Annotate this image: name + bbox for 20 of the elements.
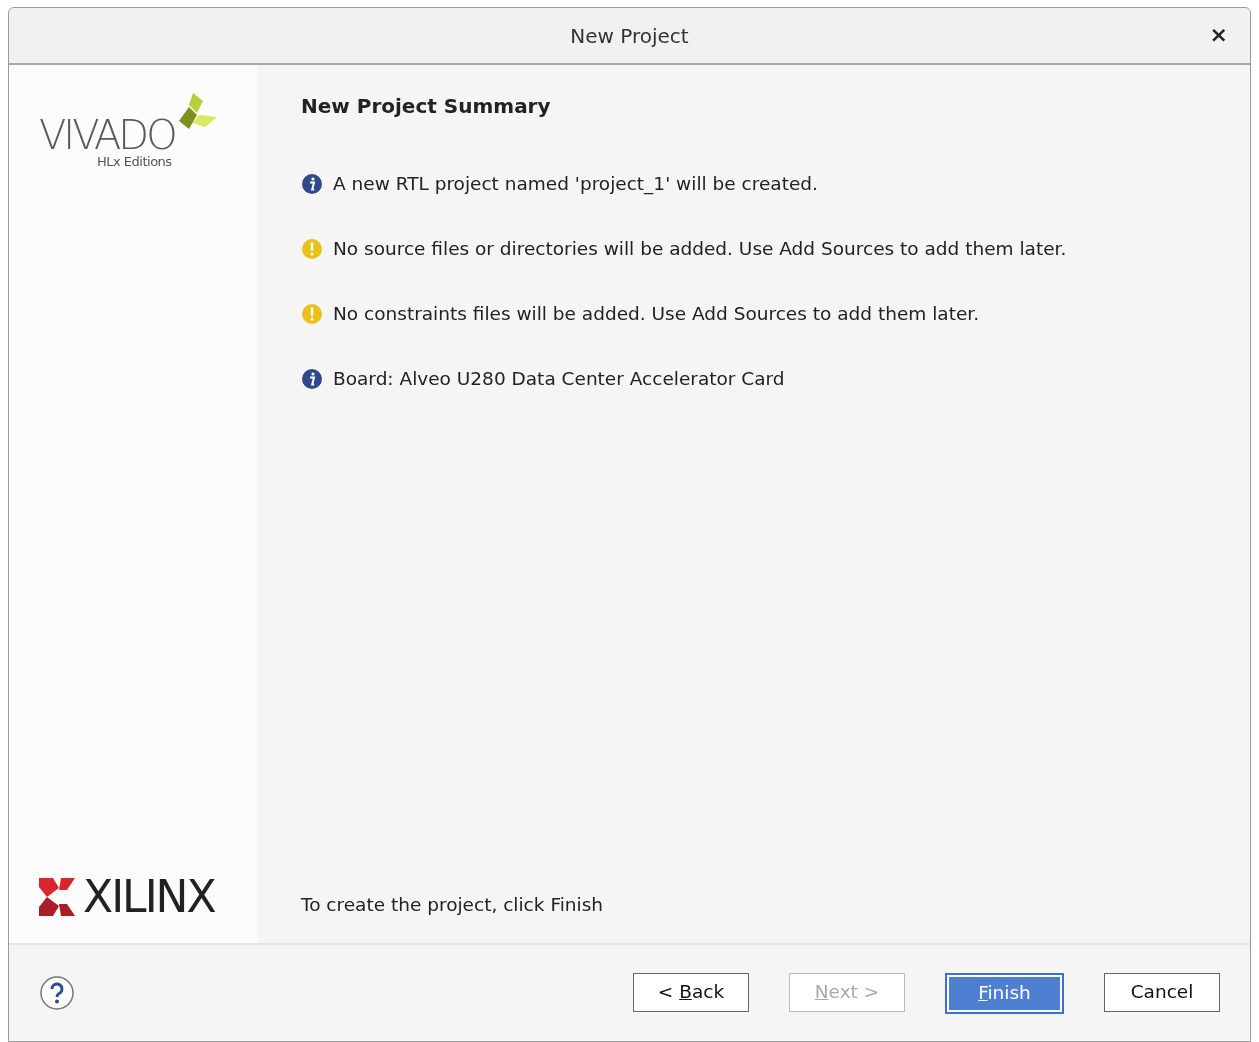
info-icon [301,367,323,390]
help-button[interactable] [39,975,75,1011]
info-icon [301,172,323,195]
warning-icon [301,237,323,260]
wizard-button[interactable]: Cancel [1104,972,1220,1012]
product-logo-text: VIVADO [39,115,175,155]
window-title: New Project [570,22,689,50]
vendor-logo-icon [39,878,75,916]
message-text: A new RTL project named 'project_1' will be created. [333,171,818,197]
vendor-logo-text: XILINX [83,875,215,919]
warning-icon [301,302,323,325]
message-text: Board: Alveo U280 Data Center Accelerator Card [333,366,785,391]
message-text: No source files or directories will be added. Use Add Sources to add them later. [333,236,1067,261]
instruction-text: To create the project, click Finish [301,893,605,918]
message-text: No constraints files will be added. Use Add Sources to add them later. [333,301,980,326]
close-button[interactable]: × [1205,22,1232,48]
wizard-button[interactable]: < Back [633,972,749,1012]
page-heading: New Project Summary [301,93,552,120]
wizard-button[interactable]: Finish [945,972,1064,1014]
edition-text: HLx Editions [97,155,173,168]
